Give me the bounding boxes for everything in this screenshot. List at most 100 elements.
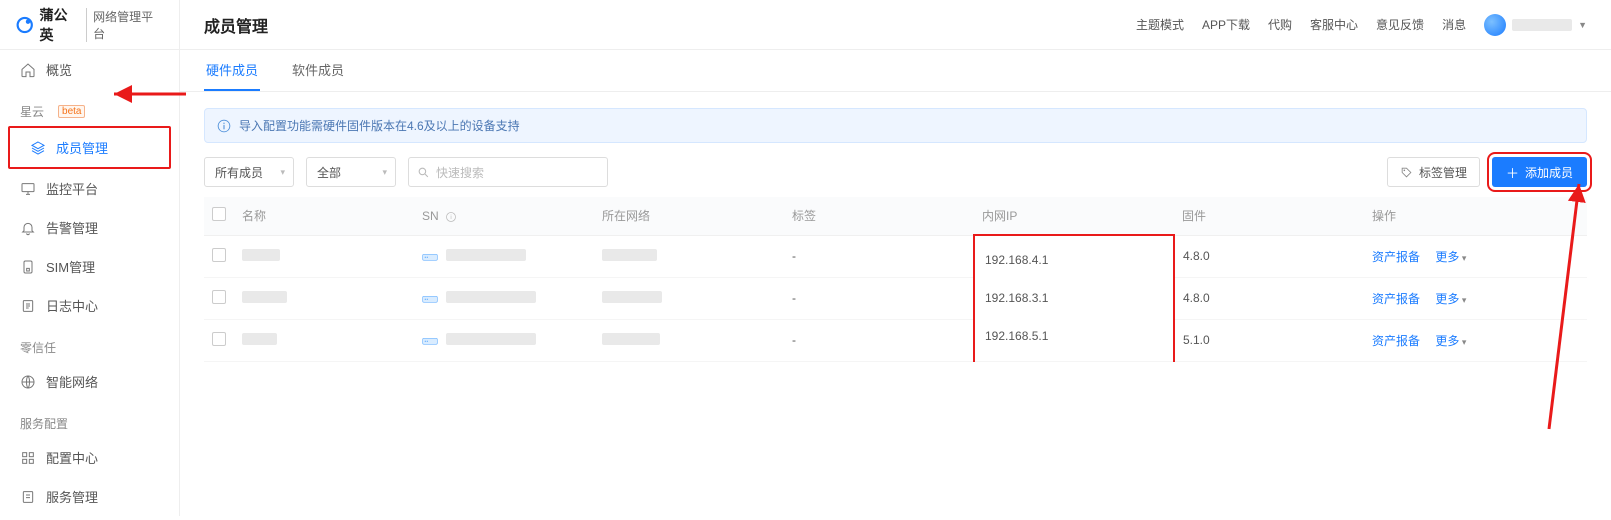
tab-hardware[interactable]: 硬件成员 xyxy=(204,50,260,91)
brand-name: 蒲公英 xyxy=(39,5,80,45)
nav-sim-label: SIM管理 xyxy=(46,257,95,276)
doc-icon xyxy=(20,489,36,505)
more-link[interactable]: 更多 ▾ xyxy=(1435,250,1466,264)
device-icon xyxy=(422,251,438,263)
cell-name[interactable] xyxy=(234,235,414,277)
checkbox-all[interactable] xyxy=(212,207,226,221)
nav-config-center-label: 配置中心 xyxy=(46,448,98,467)
nav-logs-label: 日志中心 xyxy=(46,296,98,315)
nav-group-service: 服务配置 xyxy=(0,401,179,438)
cell-name[interactable] xyxy=(234,277,414,319)
nav-service-mgmt-label: 服务管理 xyxy=(46,487,98,506)
cell-tag: - xyxy=(784,235,974,277)
cell-tag: - xyxy=(784,277,974,319)
more-label: 更多 xyxy=(1435,250,1459,264)
nav-group-zerotrust: 零信任 xyxy=(0,325,179,362)
asset-report-link[interactable]: 资产报备 xyxy=(1372,334,1420,348)
brand-row: 蒲公英 网络管理平台 xyxy=(0,0,179,50)
col-name[interactable]: 名称 xyxy=(234,197,414,235)
cell-ip: 192.168.5.1 xyxy=(981,327,1167,345)
content: 导入配置功能需硬件固件版本在4.6及以上的设备支持 所有成员 ▾ 全部 ▾ 快速… xyxy=(180,92,1611,378)
sim-icon xyxy=(20,259,36,275)
nav-overview-label: 概览 xyxy=(46,60,72,79)
search-icon xyxy=(417,166,430,179)
search-input[interactable]: 快速搜索 xyxy=(408,157,608,187)
layers-icon xyxy=(30,140,46,156)
link-support[interactable]: 客服中心 xyxy=(1310,16,1358,33)
col-ip[interactable]: 内网IP xyxy=(974,197,1174,235)
brand-logo-icon xyxy=(16,16,33,34)
nav-group-cloud: 星云 beta xyxy=(0,89,179,126)
info-banner: 导入配置功能需硬件固件版本在4.6及以上的设备支持 xyxy=(204,108,1587,143)
nav-members[interactable]: 成员管理 xyxy=(8,126,171,169)
cell-ip: 192.168.3.1 xyxy=(981,289,1167,307)
user-menu[interactable]: ▼ xyxy=(1484,14,1587,36)
nav-overview[interactable]: 概览 xyxy=(0,50,179,89)
cell-sn xyxy=(414,277,594,319)
chevron-down-icon: ▾ xyxy=(1459,337,1466,347)
cell-fw: 5.1.0 xyxy=(1174,319,1364,361)
nav-alert[interactable]: 告警管理 xyxy=(0,208,179,247)
cell-tag: - xyxy=(784,319,974,361)
cell-ip-highlight: 192.168.4.1 192.168.3.1 192.168.5.1 xyxy=(974,235,1174,361)
nav-logs[interactable]: 日志中心 xyxy=(0,286,179,325)
nav-sim[interactable]: SIM管理 xyxy=(0,247,179,286)
cell-fw: 4.8.0 xyxy=(1174,235,1364,277)
more-link[interactable]: 更多 ▾ xyxy=(1435,334,1466,348)
nav-alert-label: 告警管理 xyxy=(46,218,98,237)
topbar: 成员管理 主题模式 APP下载 代购 客服中心 意见反馈 消息 ▼ xyxy=(180,0,1611,50)
more-link[interactable]: 更多 ▾ xyxy=(1435,292,1466,306)
user-name-redacted xyxy=(1512,19,1572,31)
asset-report-link[interactable]: 资产报备 xyxy=(1372,250,1420,264)
nav-service-mgmt[interactable]: 服务管理 xyxy=(0,477,179,516)
cell-sn xyxy=(414,235,594,277)
cell-sn xyxy=(414,319,594,361)
tag-mgmt-button[interactable]: 标签管理 xyxy=(1387,157,1480,187)
tag-icon xyxy=(1400,166,1413,179)
link-messages[interactable]: 消息 xyxy=(1442,16,1466,33)
chevron-down-icon: ▾ xyxy=(280,167,285,178)
col-fw[interactable]: 固件 xyxy=(1174,197,1364,235)
col-net[interactable]: 所在网络 xyxy=(594,197,784,235)
col-sn[interactable]: SN i xyxy=(414,197,594,235)
cell-op: 资产报备 更多 ▾ xyxy=(1364,235,1587,277)
nav-smart-net[interactable]: 智能网络 xyxy=(0,362,179,401)
nav-members-label: 成员管理 xyxy=(56,138,108,157)
link-app[interactable]: APP下载 xyxy=(1202,16,1250,33)
members-table: 名称 SN i 所在网络 标签 内网IP 固件 操作 xyxy=(204,197,1587,362)
select-members-value: 所有成员 xyxy=(215,164,263,181)
select-members[interactable]: 所有成员 ▾ xyxy=(204,157,294,187)
device-icon xyxy=(422,293,438,305)
link-proxy[interactable]: 代购 xyxy=(1268,16,1292,33)
link-feedback[interactable]: 意见反馈 xyxy=(1376,16,1424,33)
col-tag[interactable]: 标签 xyxy=(784,197,974,235)
nav-config-center[interactable]: 配置中心 xyxy=(0,438,179,477)
checkbox-row[interactable] xyxy=(212,290,226,304)
more-label: 更多 xyxy=(1435,292,1459,306)
chevron-down-icon: ▾ xyxy=(1459,253,1466,263)
plus-icon: ＋ xyxy=(1506,163,1519,182)
add-member-button[interactable]: ＋ 添加成员 xyxy=(1492,157,1587,187)
globe-icon xyxy=(20,374,36,390)
tabs: 硬件成员 软件成员 xyxy=(180,50,1611,92)
cell-net xyxy=(594,319,784,361)
avatar-icon xyxy=(1484,14,1506,36)
nav-group-zerotrust-label: 零信任 xyxy=(20,339,56,356)
checkbox-row[interactable] xyxy=(212,332,226,346)
tab-software[interactable]: 软件成员 xyxy=(290,50,346,91)
home-icon xyxy=(20,62,36,78)
cell-op: 资产报备 更多 ▾ xyxy=(1364,277,1587,319)
select-all[interactable]: 全部 ▾ xyxy=(306,157,396,187)
checkbox-row[interactable] xyxy=(212,248,226,262)
link-theme[interactable]: 主题模式 xyxy=(1136,16,1184,33)
cell-name[interactable] xyxy=(234,319,414,361)
asset-report-link[interactable]: 资产报备 xyxy=(1372,292,1420,306)
tag-mgmt-label: 标签管理 xyxy=(1419,164,1467,181)
sidebar: 蒲公英 网络管理平台 概览 星云 beta 成员管理 监控平台 告警管理 SIM… xyxy=(0,0,180,516)
beta-badge: beta xyxy=(58,105,85,118)
monitor-icon xyxy=(20,181,36,197)
device-icon xyxy=(422,335,438,347)
nav-monitor[interactable]: 监控平台 xyxy=(0,169,179,208)
page-title: 成员管理 xyxy=(204,13,268,37)
nav-smart-net-label: 智能网络 xyxy=(46,372,98,391)
